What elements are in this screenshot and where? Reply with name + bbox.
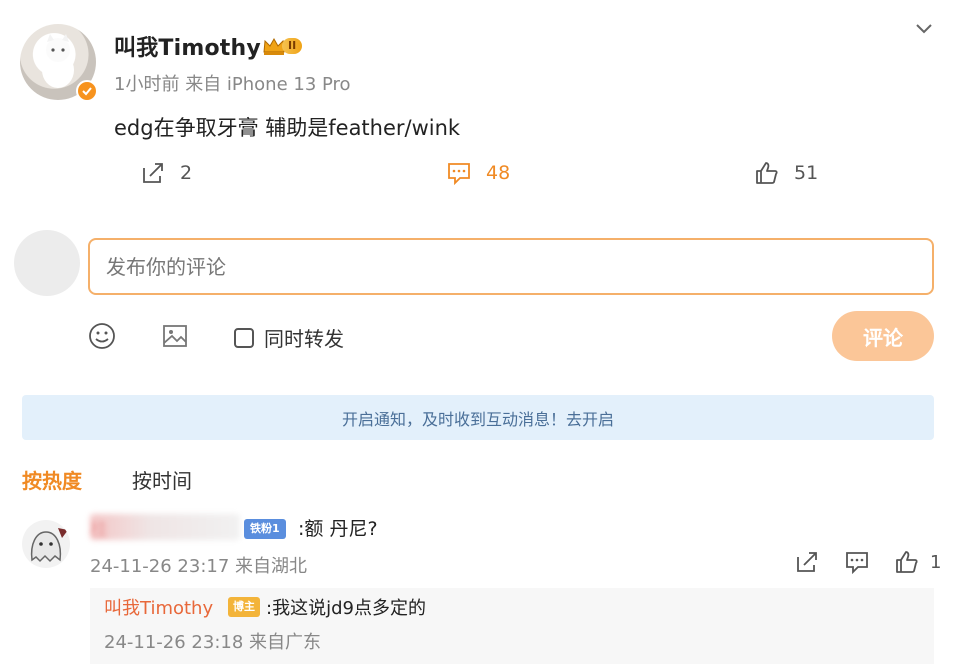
comment-meta: 24-11-26 23:17 来自湖北: [90, 556, 308, 577]
repost-label: 同时转发: [264, 327, 344, 351]
commenter-name-blurred: [90, 514, 240, 540]
thumbs-up-icon: [756, 162, 778, 184]
comment-icon: [448, 163, 470, 186]
post-source: 来自 iPhone 13 Pro: [185, 74, 351, 95]
tab-sort-by-time[interactable]: 按时间: [132, 465, 192, 494]
comment-icon[interactable]: [844, 549, 870, 575]
vip-level: II: [282, 38, 303, 54]
image-icon[interactable]: [161, 322, 189, 350]
comment-like-count: 1: [930, 551, 942, 573]
comment-button[interactable]: 48: [446, 160, 510, 186]
comment-input[interactable]: [88, 238, 934, 295]
chevron-down-icon[interactable]: [914, 18, 934, 38]
reply-text: :我这说jd9点多定的: [266, 598, 426, 619]
like-count: 51: [794, 162, 819, 184]
checkbox-box[interactable]: [234, 327, 254, 348]
reply-meta: 24-11-26 23:18 来自广东: [104, 632, 322, 653]
verified-badge-icon: [76, 80, 98, 102]
fan-badge: 铁粉1: [244, 519, 286, 539]
share-count: 2: [180, 162, 193, 184]
post-meta: 1小时前 来自 iPhone 13 Pro: [114, 70, 351, 96]
share-icon: [143, 163, 163, 183]
author-badge: 博主: [228, 597, 260, 617]
comment-text: :额 丹尼?: [298, 518, 378, 540]
cat-avatar-image: [42, 34, 74, 88]
thumbs-up-icon: [896, 551, 918, 573]
repost-checkbox[interactable]: 同时转发: [234, 323, 344, 352]
share-button[interactable]: 2: [140, 160, 192, 186]
comment-count: 48: [486, 162, 511, 184]
comment-actions: 1: [794, 549, 941, 575]
like-button[interactable]: 51: [754, 160, 818, 186]
commenter-avatar[interactable]: [22, 520, 70, 568]
emoji-icon[interactable]: [88, 322, 116, 350]
submit-comment-button[interactable]: 评论: [832, 311, 934, 361]
comment-like-button[interactable]: 1: [894, 549, 941, 575]
tab-sort-by-hot[interactable]: 按热度: [22, 465, 82, 494]
my-avatar: [14, 230, 80, 296]
reply-author-name[interactable]: 叫我Timothy: [104, 594, 213, 620]
post-text: edg在争取牙膏 辅助是feather/wink: [114, 116, 461, 140]
vip-badge: II: [262, 36, 303, 56]
ghost-avatar-image: [30, 528, 68, 563]
commenter-name[interactable]: 桂: [90, 516, 108, 542]
share-icon[interactable]: [794, 549, 820, 575]
post-time: 1小时前: [114, 74, 180, 95]
notification-banner[interactable]: 开启通知，及时收到互动消息！去开启: [22, 395, 934, 440]
author-name[interactable]: 叫我Timothy: [114, 30, 261, 62]
